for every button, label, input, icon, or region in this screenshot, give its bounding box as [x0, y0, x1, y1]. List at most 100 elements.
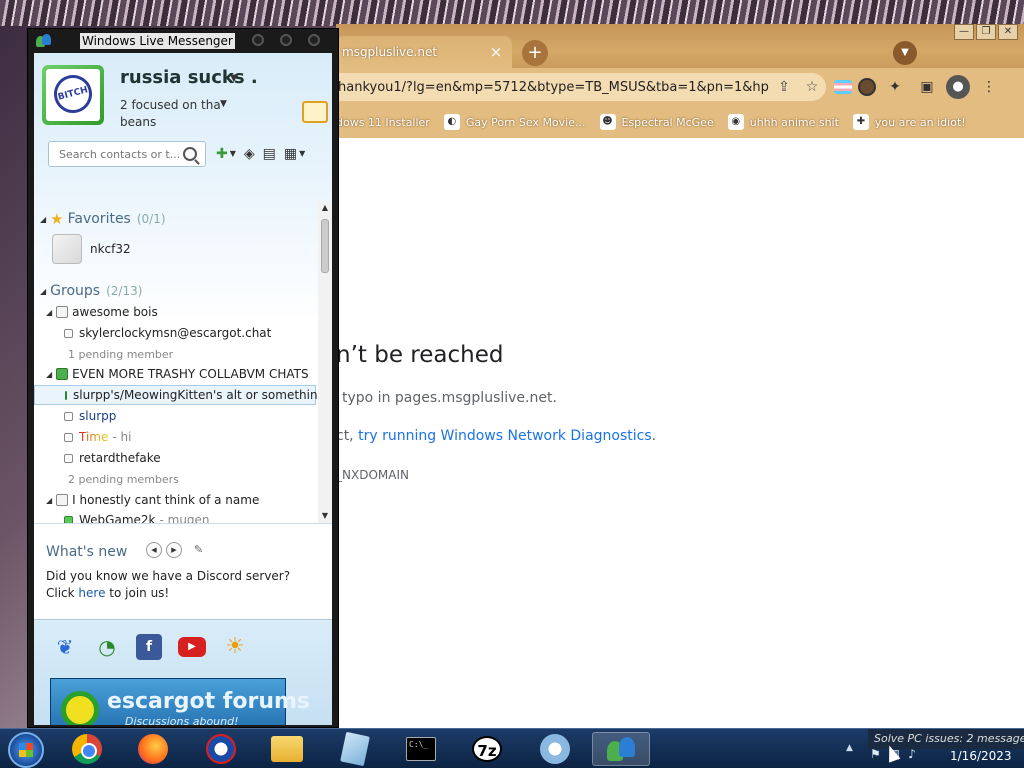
taskbar-notes[interactable] [326, 731, 384, 767]
taskbar-chrome[interactable] [58, 732, 116, 766]
contact-row[interactable]: skylerclockymsn@escargot.chat [34, 323, 316, 343]
maximize-button[interactable]: ❐ [976, 24, 996, 40]
taskbar-firefox[interactable] [124, 732, 182, 766]
status-chevron-down-icon[interactable]: ▼ [230, 73, 238, 84]
taskbar-7zip[interactable]: 7z [458, 732, 516, 766]
new-tab-button[interactable]: + [522, 40, 548, 66]
close-button[interactable] [308, 34, 320, 46]
extension-icons: ✦ ▣ ● ⋮ [830, 75, 1002, 99]
scroll-thumb[interactable] [321, 219, 329, 273]
facebook-icon[interactable]: f [136, 634, 162, 660]
groups-header[interactable]: ◢ Groups (2/13) [40, 281, 142, 301]
pending-members[interactable]: 1 pending member [34, 344, 316, 364]
action-center-flag-icon[interactable]: ⚑ [870, 747, 881, 761]
contact-row[interactable]: slurpp [34, 406, 316, 426]
flag-extension-icon[interactable] [834, 80, 852, 94]
taskbar-cmd[interactable]: C:\_ [392, 732, 450, 766]
taskbar-messenger[interactable] [592, 732, 650, 766]
escargot-icon[interactable]: ◔ [94, 634, 120, 660]
profile-avatar-icon[interactable]: ● [946, 75, 970, 99]
network-diagnostics-link[interactable]: try running Windows Network Diagnostics [358, 428, 652, 444]
close-window-button[interactable]: ✕ [998, 24, 1018, 40]
youtube-icon[interactable]: ▶ [178, 637, 206, 657]
maximize-button[interactable] [280, 34, 292, 46]
suggestion-suffix: . [651, 428, 657, 444]
add-contact-icon[interactable]: ✚ [216, 145, 228, 163]
group-cant-think[interactable]: ◢ I honestly cant think of a name [34, 490, 316, 510]
bookmark-label: you are an idiot! [874, 115, 966, 129]
collapse-triangle-icon[interactable]: ◢ [40, 287, 46, 296]
pending-members[interactable]: 2 pending members [34, 469, 316, 489]
contact-row[interactable]: retardthefake [34, 448, 316, 468]
search-icon[interactable] [183, 147, 197, 161]
menu-icon[interactable]: ▦ [284, 145, 297, 163]
taskbar-installer[interactable] [526, 732, 584, 766]
bookmark-label: Espectral McGee [621, 115, 714, 129]
contact-avatar [52, 234, 82, 264]
collapse-triangle-icon[interactable]: ◢ [40, 215, 46, 224]
bookmark-windows-11-installer[interactable]: dows 11 Installer [336, 116, 430, 129]
favorites-header[interactable]: ◢ ★ Favorites (0/1) [40, 209, 166, 229]
minimize-button[interactable] [252, 34, 264, 46]
scroll-up-icon[interactable]: ▲ [320, 203, 330, 213]
next-arrow-icon[interactable]: ▶ [166, 542, 182, 558]
contact-row[interactable]: Time - hi [34, 427, 316, 447]
discord-link[interactable]: here [78, 586, 105, 600]
bookmark-espectral-mcgee[interactable]: ☻ Espectral McGee [599, 114, 714, 130]
contact-row-selected[interactable]: slurpp's/MeowingKitten's alt or somethin… [34, 385, 318, 405]
collapse-triangle-icon[interactable]: ◢ [46, 308, 52, 317]
chrome-window: msgpluslive.net × + ▼ — ❐ ✕ hankyou1/?lg… [336, 24, 1024, 728]
psm-chevron-down-icon[interactable]: ▼ [220, 99, 227, 109]
search-input[interactable] [59, 147, 183, 161]
previous-arrow-icon[interactable]: ◀ [146, 542, 162, 558]
favorite-contact[interactable]: nkcf32 [52, 234, 131, 264]
msn-butterfly-icon[interactable]: ❦ [52, 634, 78, 660]
bookmark-2[interactable]: ◐ Gay Porn Sex Movie... [443, 114, 586, 130]
search-contacts-field[interactable] [48, 141, 206, 167]
url-text[interactable]: hankyou1/?lg=en&mp=5712&btype=TB_MSUS&tb… [338, 80, 770, 95]
group-trashy-collabvm[interactable]: ◢ EVEN MORE TRASHY COLLABVM CHATS [34, 364, 316, 384]
taskbar-obama[interactable] [192, 732, 250, 766]
bookmark-star-icon[interactable]: ☆ [798, 73, 826, 101]
clock-date[interactable]: 1/16/2023 [950, 749, 1012, 763]
tab-msgpluslive[interactable]: msgpluslive.net × [336, 36, 512, 68]
firefox-icon [138, 734, 168, 764]
side-panel-icon[interactable]: ▣ [914, 75, 940, 99]
start-button[interactable] [8, 732, 44, 768]
weather-sun-icon[interactable]: ☀ [222, 634, 248, 660]
menu-kebab-icon[interactable]: ⋮ [976, 75, 1002, 99]
taskbar-explorer[interactable] [258, 732, 316, 766]
messenger-plus-logo-icon[interactable] [258, 103, 294, 123]
change-scene-icon[interactable]: ◈ [244, 145, 255, 163]
show-hidden-icons-arrow-icon[interactable]: ▲ [846, 743, 853, 753]
menu-chevron-down-icon[interactable]: ▼ [299, 145, 305, 163]
add-chevron-down-icon[interactable]: ▼ [230, 145, 236, 163]
banner-subtitle: Discussions abound! [125, 715, 239, 725]
minimize-button[interactable]: — [954, 24, 974, 40]
collapse-triangle-icon[interactable]: ◢ [46, 496, 52, 505]
volume-icon[interactable]: ♪ [908, 747, 916, 761]
close-tab-icon[interactable]: × [486, 42, 506, 62]
extensions-puzzle-icon[interactable]: ✦ [882, 75, 908, 99]
contact-row[interactable]: WebGame2k - muqen [34, 510, 316, 523]
social-bar: ❦ ◔ f ▶ ☀ escargot forums Discussions ab… [34, 619, 332, 725]
mail-icon[interactable] [302, 101, 328, 123]
collapse-triangle-icon[interactable]: ◢ [46, 370, 52, 379]
address-bar[interactable]: hankyou1/?lg=en&mp=5712&btype=TB_MSUS&tb… [336, 73, 826, 101]
group-awesome-bois[interactable]: ◢ awesome bois [34, 302, 316, 322]
chrome-icon [72, 734, 102, 764]
escargot-forums-banner[interactable]: escargot forums Discussions abound! [50, 678, 310, 725]
bookmark-favicon-icon: ◉ [727, 114, 744, 130]
offline-status-icon [64, 453, 73, 463]
personal-message[interactable]: 2 focused on tha beans [120, 97, 232, 131]
avatar-extension-icon[interactable] [858, 78, 876, 96]
bookmark-anime[interactable]: ◉ uhhh anime shit [727, 114, 839, 130]
layout-icon[interactable]: ▤ [263, 145, 276, 163]
share-icon[interactable]: ⇪ [770, 73, 798, 101]
tab-search-chevron-icon[interactable]: ▼ [893, 41, 917, 65]
scroll-down-icon[interactable]: ▼ [320, 511, 330, 521]
contact-list-scrollbar[interactable]: ▲ ▼ [318, 201, 332, 523]
bookmark-you-are-an-idiot[interactable]: ✚ you are an idiot! [852, 114, 966, 130]
display-picture[interactable]: BITCH [42, 65, 104, 125]
wrench-icon[interactable]: ✎ [194, 542, 203, 558]
